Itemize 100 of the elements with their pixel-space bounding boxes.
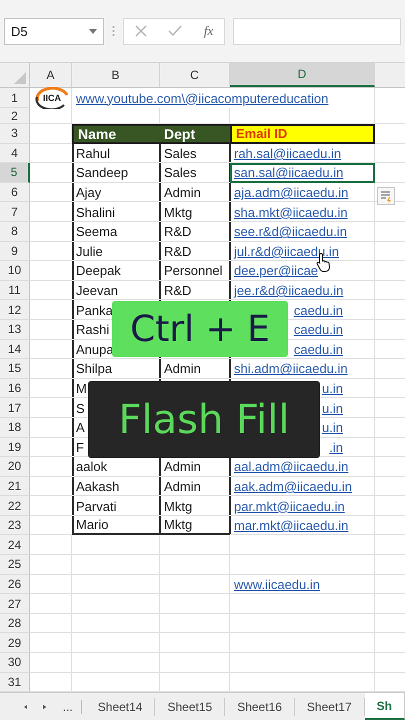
link[interactable]: www.youtube.com\@iicacomputereducation: [76, 90, 328, 106]
shortcut-banner: Ctrl + E: [112, 301, 288, 357]
table-cell-text: Sales: [163, 144, 198, 163]
row-header[interactable]: 31: [0, 672, 30, 692]
row-header[interactable]: 19: [0, 438, 30, 458]
row-header[interactable]: 16: [0, 378, 30, 398]
table-cell-text: Sandeep: [75, 164, 130, 182]
link[interactable]: www.iicaedu.in: [234, 576, 320, 592]
dropdown-icon: [89, 28, 97, 34]
email-link[interactable]: caedu.in: [294, 302, 343, 318]
email-link[interactable]: aal.adm@iicaedu.in: [234, 459, 348, 474]
table-cell-text: R&D: [163, 242, 192, 261]
table-cell-text: aalok: [75, 458, 108, 476]
table-cell-text: Personnel: [163, 262, 224, 280]
email-link[interactable]: aja.adm@iicaedu.in: [234, 185, 348, 200]
row-header[interactable]: 9: [0, 242, 30, 262]
logo: IICA: [34, 88, 70, 108]
row-header[interactable]: 11: [0, 280, 30, 300]
email-link[interactable]: caedu.in: [294, 342, 343, 357]
table-cell-text: Admin: [163, 458, 202, 476]
sheet-tab[interactable]: Sh: [364, 693, 405, 720]
column-header[interactable]: B: [72, 63, 160, 87]
table-cell-text: Panka: [75, 302, 114, 320]
email-link[interactable]: mar.mkt@iicaedu.in: [234, 518, 348, 534]
table-cell-text: Rahul: [75, 144, 111, 163]
column-header[interactable]: A: [30, 63, 72, 87]
sheet-tab[interactable]: Sheet14: [86, 698, 156, 716]
formula-input[interactable]: [233, 18, 401, 44]
email-link[interactable]: u.in: [322, 400, 343, 416]
row-header[interactable]: 25: [0, 555, 30, 575]
row-header[interactable]: 22: [0, 496, 30, 516]
row-header[interactable]: 8: [0, 222, 30, 242]
table-cell-text: Parvati: [75, 498, 118, 516]
row-header[interactable]: 13: [0, 320, 30, 340]
row-header[interactable]: 15: [0, 359, 30, 379]
email-link[interactable]: u.in: [322, 381, 343, 396]
row-header[interactable]: 29: [0, 633, 30, 654]
row-header[interactable]: 10: [0, 261, 30, 281]
row-header[interactable]: 5: [0, 163, 30, 183]
row-header[interactable]: 1: [0, 88, 30, 108]
email-link[interactable]: par.mkt@iicaedu.in: [234, 498, 345, 514]
selected-cell[interactable]: san.sal@iicaedu.in: [230, 163, 375, 183]
row-header[interactable]: 28: [0, 614, 30, 634]
email-link[interactable]: rah.sal@iicaedu.in: [234, 146, 342, 161]
row-header[interactable]: 21: [0, 476, 30, 496]
row-header[interactable]: 26: [0, 574, 30, 594]
table-cell-text: M: [75, 380, 88, 398]
select-all-icon[interactable]: [14, 72, 26, 84]
email-link[interactable]: sha.mkt@iicaedu.in: [234, 204, 348, 220]
email-link[interactable]: dee.per@iicae: [234, 263, 318, 278]
cancel-icon[interactable]: [134, 25, 147, 37]
email-link[interactable]: caedu.in: [294, 322, 343, 338]
email-link[interactable]: shi.adm@iicaedu.in: [234, 361, 348, 376]
row-header[interactable]: 17: [0, 398, 30, 418]
table-cell-text: R&D: [163, 282, 192, 300]
check-icon[interactable]: [168, 25, 182, 37]
email-link[interactable]: aak.adm@iicaedu.in: [234, 478, 352, 494]
scroll-left-icon[interactable]: [24, 702, 28, 710]
column-header[interactable]: D: [230, 63, 375, 87]
table-header-cell: Name: [72, 124, 160, 144]
table-cell-text: Anupa: [75, 340, 115, 359]
more-sheets-button[interactable]: ...: [62, 700, 82, 714]
table-cell-text: Admin: [163, 478, 202, 496]
flash-fill-options-icon[interactable]: [377, 187, 395, 205]
email-link[interactable]: san.sal@iicaedu.in: [234, 165, 344, 180]
scroll-right-icon[interactable]: [43, 702, 47, 710]
table-cell-text: S: [75, 400, 86, 418]
row-header[interactable]: 4: [0, 144, 30, 164]
row-header[interactable]: 7: [0, 202, 30, 222]
row-header[interactable]: 20: [0, 457, 30, 477]
table-cell-text: Seema: [75, 223, 118, 242]
table-cell-text: Deepak: [75, 262, 122, 280]
name-box[interactable]: D5: [4, 18, 104, 44]
table-header-cell: Dept: [160, 124, 230, 144]
row-header[interactable]: 30: [0, 653, 30, 673]
table-cell-text: R&D: [163, 223, 192, 242]
table-cell-text: Sales: [163, 164, 198, 182]
row-header[interactable]: 18: [0, 418, 30, 438]
email-link[interactable]: see.r&d@iicaedu.in: [234, 224, 347, 240]
row-header[interactable]: 2: [0, 108, 30, 124]
table-cell-text: Admin: [163, 360, 202, 378]
email-link[interactable]: .in: [329, 440, 343, 455]
email-link[interactable]: u.in: [322, 420, 343, 436]
row-header[interactable]: 27: [0, 594, 30, 614]
insert-function-button[interactable]: fx: [204, 23, 214, 39]
email-link[interactable]: jee.r&d@iicaedu.in: [234, 283, 344, 298]
row-header[interactable]: 14: [0, 340, 30, 360]
email-link[interactable]: jul.r&d@iicaedu.in: [234, 244, 339, 259]
table-cell-text: Shalini: [75, 204, 116, 222]
row-header[interactable]: 12: [0, 300, 30, 320]
table-cell-text: Julie: [75, 242, 104, 261]
table-cell-text: F: [75, 438, 85, 457]
sheet-tab[interactable]: Sheet15: [155, 698, 226, 716]
table-header-cell: Email ID: [230, 124, 375, 144]
row-header[interactable]: 3: [0, 124, 30, 144]
row-header[interactable]: 24: [0, 535, 30, 556]
sheet-tab[interactable]: Sheet16: [225, 698, 295, 716]
row-header[interactable]: 23: [0, 516, 30, 536]
row-header[interactable]: 6: [0, 182, 30, 202]
table-cell-text: Ajay: [75, 184, 102, 202]
